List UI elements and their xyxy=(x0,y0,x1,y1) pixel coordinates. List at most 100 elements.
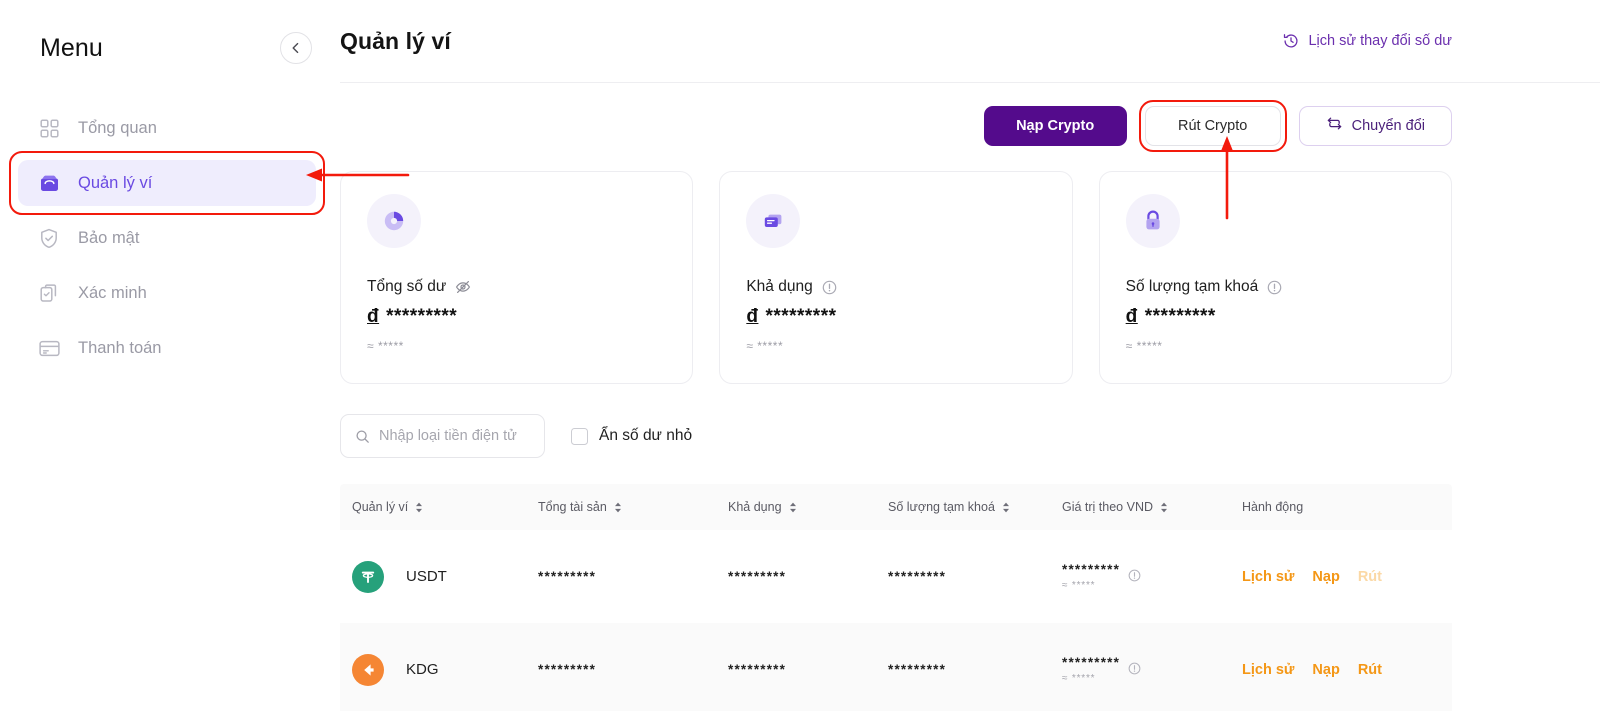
chevron-left-icon xyxy=(289,41,303,55)
sidebar-item-label: Xác minh xyxy=(78,284,147,303)
amount-value: ********* xyxy=(386,306,457,328)
search-box[interactable] xyxy=(340,414,545,458)
amount-value: ********* xyxy=(765,306,836,328)
column-header-vnd-value[interactable]: Giá trị theo VND xyxy=(1056,500,1236,514)
sidebar-item-label: Tổng quan xyxy=(78,119,157,138)
search-icon xyxy=(355,429,370,444)
info-icon[interactable] xyxy=(1128,662,1141,678)
swap-icon xyxy=(1326,115,1343,136)
coin-name: KDG xyxy=(406,661,439,678)
available-balance-label-row: Khả dụng xyxy=(746,278,1045,296)
sidebar-collapse-button[interactable] xyxy=(280,32,312,64)
hide-small-balance-toggle[interactable]: Ẩn số dư nhỏ xyxy=(571,427,692,445)
sidebar-nav: Tổng quan Quản lý ví xyxy=(0,105,340,371)
available-value: ********* xyxy=(722,569,882,584)
sort-icon[interactable] xyxy=(789,502,797,513)
table-filters: Ẩn số dư nhỏ xyxy=(340,414,1452,458)
credit-card-icon xyxy=(38,337,60,359)
assets-table: Quản lý ví Tổng tài sản xyxy=(340,484,1452,711)
sidebar-item-label: Quản lý ví xyxy=(78,174,152,193)
vnd-value: ********* xyxy=(1062,562,1120,577)
table-row[interactable]: KDG ********* ********* ********* ******… xyxy=(340,623,1452,711)
info-icon[interactable] xyxy=(1128,569,1141,585)
currency-symbol: đ xyxy=(746,306,758,328)
approx-prefix: ≈ xyxy=(1126,339,1133,353)
column-label: Khả dụng xyxy=(728,500,782,514)
sort-icon[interactable] xyxy=(1160,502,1168,513)
table-header-row: Quản lý ví Tổng tài sản xyxy=(340,484,1452,530)
column-label: Hành động xyxy=(1242,500,1303,514)
action-deposit-link[interactable]: Nạp xyxy=(1312,662,1339,678)
approx-prefix: ≈ xyxy=(746,339,753,353)
column-header-actions: Hành động xyxy=(1236,500,1452,514)
action-history-link[interactable]: Lịch sử xyxy=(1242,569,1294,585)
locked-balance-label-row: Số lượng tạm khoá xyxy=(1126,278,1425,296)
wallet-management-page: Menu Tổng quan xyxy=(0,0,1600,711)
sidebar-item-thanh-toan[interactable]: Thanh toán xyxy=(18,325,316,371)
card-label: Tổng số dư xyxy=(367,278,446,296)
info-icon[interactable] xyxy=(822,280,837,295)
approx-prefix: ≈ xyxy=(1062,673,1068,684)
approx-value: ***** xyxy=(1072,673,1095,684)
total-assets-value: ********* xyxy=(532,569,722,584)
approx-value: ***** xyxy=(757,339,783,353)
locked-balance-card: Số lượng tạm khoá đ ********* xyxy=(1099,171,1452,384)
sort-icon[interactable] xyxy=(415,502,423,513)
coin-cell: KDG xyxy=(340,654,532,686)
coin-cell: USDT xyxy=(340,561,532,593)
approx-value: ***** xyxy=(378,339,404,353)
table-row[interactable]: USDT ********* ********* ********* *****… xyxy=(340,530,1452,623)
approx-prefix: ≈ xyxy=(1062,580,1068,591)
main-content: Quản lý ví Lịch sử thay đổi số dư Nạp Cr… xyxy=(340,0,1600,711)
sidebar-header: Menu xyxy=(0,0,340,96)
sidebar-item-tong-quan[interactable]: Tổng quan xyxy=(18,105,316,151)
available-value: ********* xyxy=(722,662,882,677)
sidebar-item-label: Bảo mật xyxy=(78,229,139,248)
locked-value: ********* xyxy=(882,569,1056,584)
sidebar-item-xac-minh[interactable]: Xác minh xyxy=(18,270,316,316)
amount-value: ********* xyxy=(1145,306,1216,328)
vnd-value-cell: ********* ≈ ***** xyxy=(1056,655,1236,684)
action-history-link[interactable]: Lịch sử xyxy=(1242,662,1294,678)
column-label: Giá trị theo VND xyxy=(1062,500,1153,514)
hide-small-balance-checkbox[interactable] xyxy=(571,428,588,445)
eye-off-icon[interactable] xyxy=(455,279,471,295)
menu-title: Menu xyxy=(40,34,280,63)
coin-name: USDT xyxy=(406,568,447,585)
withdraw-button[interactable]: Rút Crypto xyxy=(1145,106,1281,146)
action-withdraw-link: Rút xyxy=(1358,569,1382,585)
deposit-button[interactable]: Nạp Crypto xyxy=(984,106,1127,146)
card-label: Số lượng tạm khoá xyxy=(1126,278,1259,296)
column-label: Số lượng tạm khoá xyxy=(888,500,995,514)
vnd-approx: ≈ ***** xyxy=(1062,580,1120,591)
info-icon[interactable] xyxy=(1267,280,1282,295)
available-balance-card: Khả dụng đ ********* xyxy=(719,171,1072,384)
grid-icon xyxy=(38,117,60,139)
column-header-locked[interactable]: Số lượng tạm khoá xyxy=(882,500,1056,514)
history-clock-icon xyxy=(1283,33,1299,49)
column-header-wallet[interactable]: Quản lý ví xyxy=(340,500,532,514)
locked-balance-approx: ≈ ***** xyxy=(1126,339,1425,353)
card-label: Khả dụng xyxy=(746,278,812,296)
balance-cards: Tổng số dư đ ********* xyxy=(340,171,1452,384)
sidebar-item-bao-mat[interactable]: Bảo mật xyxy=(18,215,316,261)
clipboard-check-icon xyxy=(38,282,60,304)
usdt-icon xyxy=(352,561,384,593)
column-header-total-assets[interactable]: Tổng tài sản xyxy=(532,500,722,514)
sort-icon[interactable] xyxy=(614,502,622,513)
search-input[interactable] xyxy=(379,428,530,444)
lock-icon xyxy=(1126,194,1180,248)
sort-icon[interactable] xyxy=(1002,502,1010,513)
currency-symbol: đ xyxy=(367,306,379,328)
action-deposit-link[interactable]: Nạp xyxy=(1312,569,1339,585)
column-header-available[interactable]: Khả dụng xyxy=(722,500,882,514)
sidebar-item-quan-ly-vi[interactable]: Quản lý ví xyxy=(18,160,316,206)
balance-history-link[interactable]: Lịch sử thay đổi số dư xyxy=(1283,33,1452,49)
action-withdraw-link[interactable]: Rút xyxy=(1358,662,1382,678)
approx-value: ***** xyxy=(1072,580,1095,591)
convert-button[interactable]: Chuyển đổi xyxy=(1299,106,1452,146)
row-actions: Lịch sử Nạp Rút xyxy=(1236,662,1452,678)
sidebar: Menu Tổng quan xyxy=(0,0,340,711)
vnd-value-cell: ********* ≈ ***** xyxy=(1056,562,1236,591)
page-title: Quản lý ví xyxy=(340,28,1283,55)
